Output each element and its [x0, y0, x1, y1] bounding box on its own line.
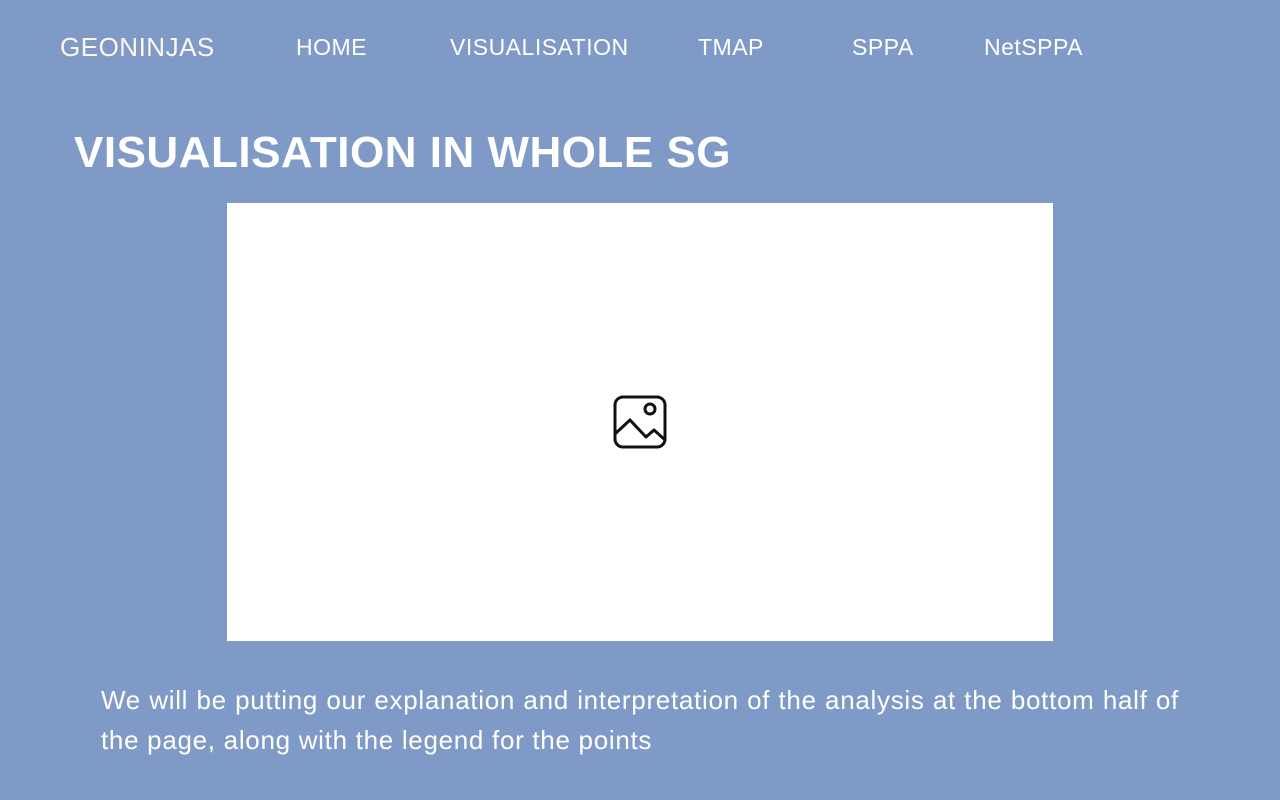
page-title: VISUALISATION IN WHOLE SG — [74, 128, 732, 177]
top-navigation: GEONINJAS HOME VISUALISATION TMAP SPPA N… — [0, 0, 1280, 96]
nav-link-home[interactable]: HOME — [296, 34, 367, 61]
page: GEONINJAS HOME VISUALISATION TMAP SPPA N… — [0, 0, 1280, 800]
analysis-description: We will be putting our explanation and i… — [101, 685, 1179, 755]
nav-link-netsppa[interactable]: NetSPPA — [984, 34, 1083, 61]
nav-link-tmap[interactable]: TMAP — [698, 34, 764, 61]
visualisation-image — [227, 203, 1053, 641]
brand-logo-link[interactable]: GEONINJAS — [60, 32, 215, 63]
nav-link-visualisation[interactable]: VISUALISATION — [450, 34, 629, 61]
nav-link-sppa[interactable]: SPPA — [852, 34, 914, 61]
image-placeholder-icon — [613, 395, 667, 449]
